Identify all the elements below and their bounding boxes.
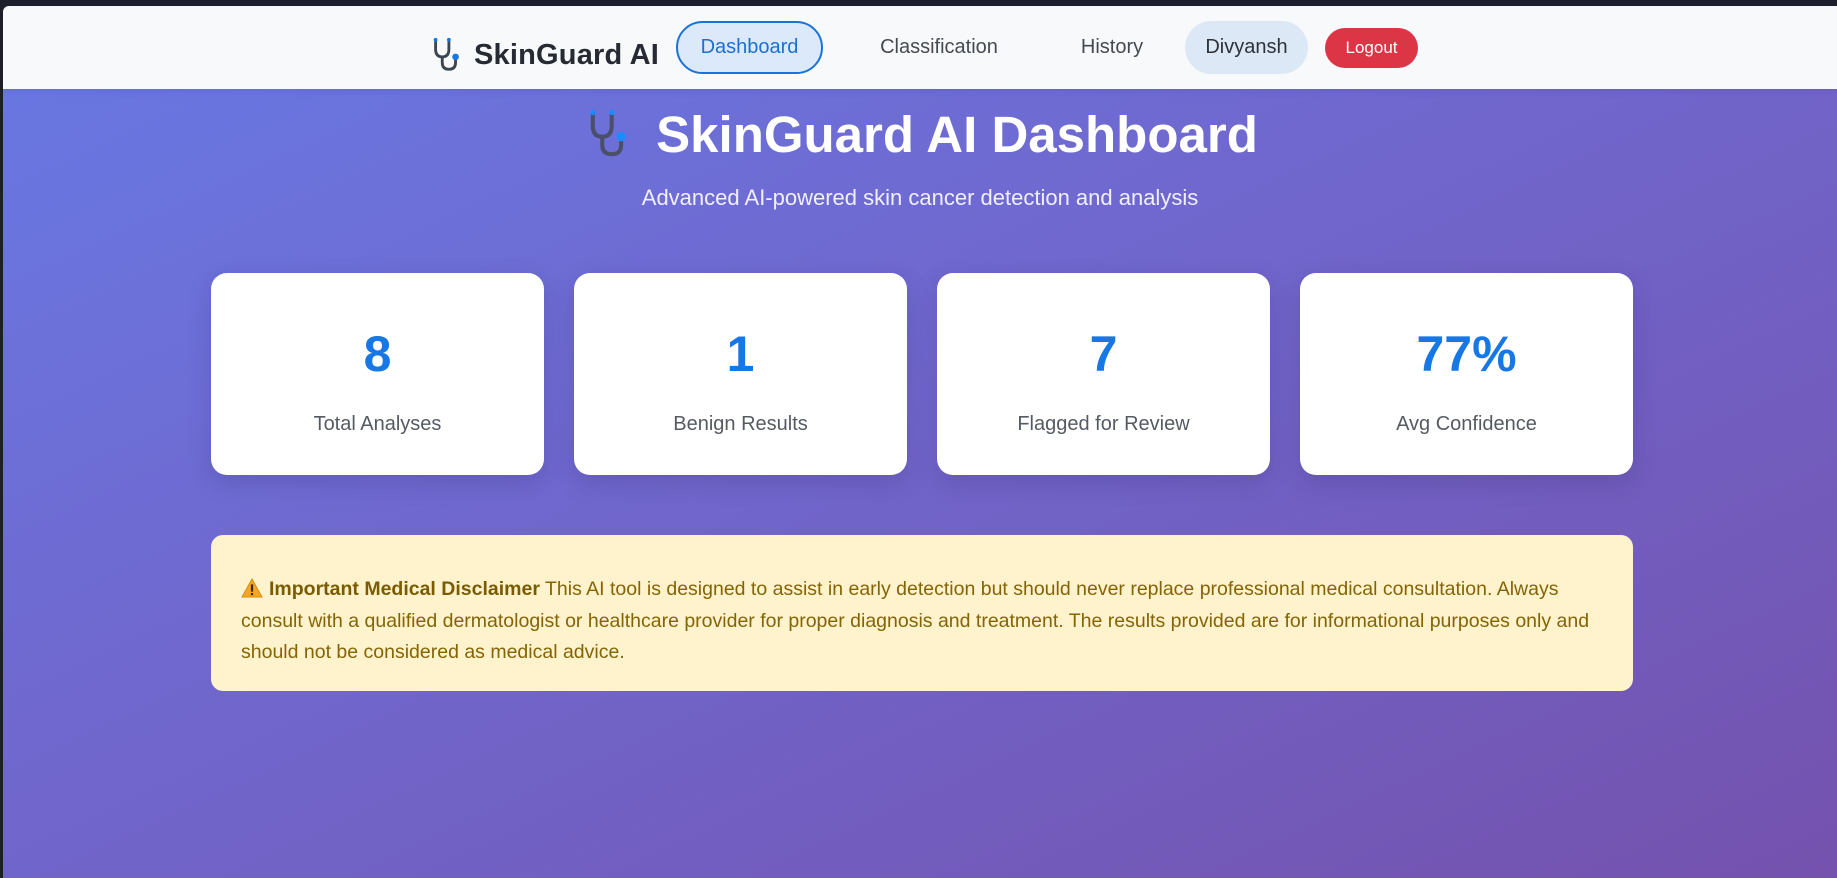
stat-value: 77% xyxy=(1416,326,1517,382)
stethoscope-icon xyxy=(590,109,627,157)
app-window: SkinGuard AI Dashboard Classification Hi… xyxy=(3,6,1837,878)
stat-label: Avg Confidence xyxy=(1396,413,1537,435)
stat-card-benign-results: 1 Benign Results xyxy=(574,273,907,475)
page-title-wrap: SkinGuard AI Dashboard xyxy=(582,99,1258,169)
medical-disclaimer: Important Medical Disclaimer This AI too… xyxy=(211,535,1633,691)
nav-dashboard[interactable]: Dashboard xyxy=(676,21,823,74)
stethoscope-icon xyxy=(433,37,459,71)
warning-icon xyxy=(241,578,263,598)
brand-link[interactable]: SkinGuard AI xyxy=(428,31,659,79)
stats-grid: 8 Total Analyses 1 Benign Results 7 Flag… xyxy=(211,273,1633,475)
stat-value: 7 xyxy=(1089,326,1118,382)
stat-label: Flagged for Review xyxy=(1017,413,1190,435)
stat-label: Total Analyses xyxy=(313,413,442,435)
stat-value: 8 xyxy=(363,326,392,382)
stat-card-avg-confidence: 77% Avg Confidence xyxy=(1300,273,1633,475)
page-title: SkinGuard AI Dashboard xyxy=(656,105,1258,163)
nav-history[interactable]: History xyxy=(1053,21,1171,74)
hero: SkinGuard AI Dashboard Advanced AI-power… xyxy=(3,99,1837,210)
stat-card-total-analyses: 8 Total Analyses xyxy=(211,273,544,475)
stat-label: Benign Results xyxy=(673,413,808,435)
brand-name: SkinGuard AI xyxy=(474,38,660,71)
nav-classification[interactable]: Classification xyxy=(853,21,1025,74)
page-subtitle: Advanced AI-powered skin cancer detectio… xyxy=(641,185,1199,210)
disclaimer-title: Important Medical Disclaimer xyxy=(269,578,540,600)
stat-card-flagged-for-review: 7 Flagged for Review xyxy=(937,273,1270,475)
navbar: SkinGuard AI Dashboard Classification Hi… xyxy=(3,6,1837,89)
user-menu[interactable]: Divyansh xyxy=(1185,21,1308,74)
logout-button[interactable]: Logout xyxy=(1325,28,1418,68)
stat-value: 1 xyxy=(726,326,755,382)
